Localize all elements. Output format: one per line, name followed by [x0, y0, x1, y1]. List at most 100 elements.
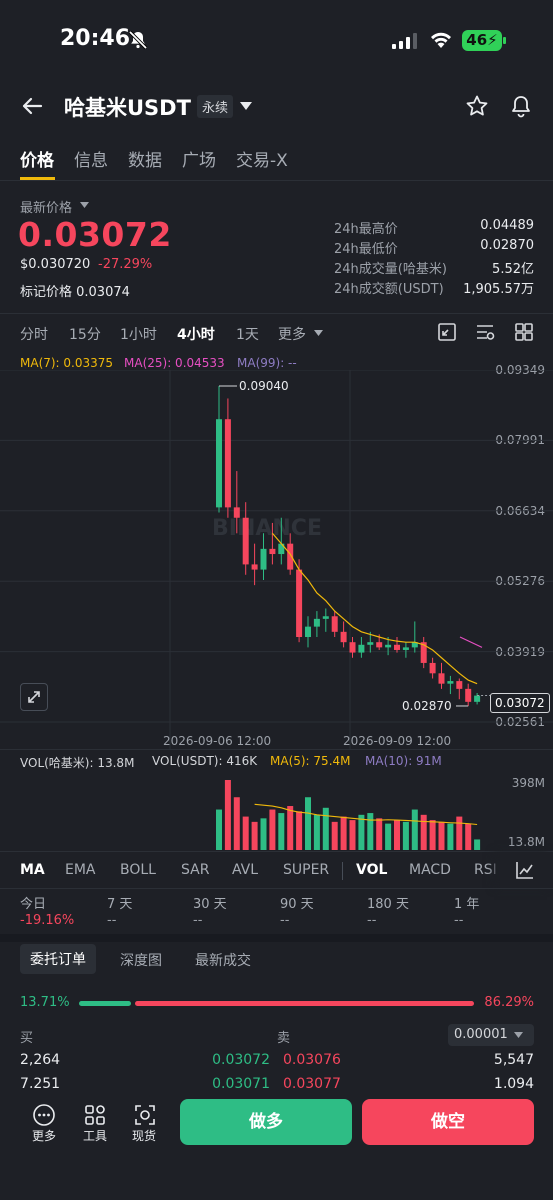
volume-bar — [438, 821, 445, 850]
volume-bar — [376, 818, 383, 850]
caret-down-icon[interactable] — [240, 102, 252, 110]
tools-icon[interactable] — [83, 1103, 107, 1127]
precision-select[interactable]: 0.00001 — [448, 1024, 534, 1046]
interval-4h[interactable]: 4小时 — [177, 324, 215, 344]
tab-data[interactable]: 数据 — [128, 146, 162, 171]
indicator-chart-icon[interactable] — [515, 860, 535, 880]
candle-body — [331, 616, 338, 632]
interval-timeline[interactable]: 分时 — [20, 324, 48, 344]
candle-body — [474, 695, 481, 702]
indicator-tab-sar[interactable]: SAR — [181, 862, 209, 878]
indicator-tab-macd[interactable]: MACD — [409, 862, 451, 878]
volume-bar — [456, 816, 463, 850]
last-price-label[interactable]: 最新价格 — [20, 197, 72, 216]
bid-price[interactable]: 0.03072 — [212, 1052, 270, 1068]
short-button[interactable]: 做空 — [362, 1099, 534, 1145]
candlestick-chart[interactable]: BINANCE 0.09040 0.02870 — [0, 370, 553, 750]
sell-ratio-label: 86.29% — [484, 995, 534, 1010]
ask-price[interactable]: 0.03076 — [283, 1052, 341, 1068]
indicator-tab-vol[interactable]: VOL — [356, 862, 387, 878]
candle-body — [367, 642, 374, 645]
stat-label-low: 24h最低价 — [334, 242, 398, 257]
indicator-tab-ema[interactable]: EMA — [65, 862, 96, 878]
divider — [0, 749, 553, 750]
volume-bar — [402, 821, 409, 850]
interval-15m[interactable]: 15分 — [69, 324, 101, 344]
spot-label[interactable]: 现货 — [132, 1127, 156, 1144]
candle-body — [224, 419, 231, 508]
spot-icon[interactable] — [133, 1103, 157, 1127]
buy-ratio-label: 13.71% — [20, 995, 70, 1010]
alert-bell-icon[interactable] — [509, 94, 533, 118]
tab-square[interactable]: 广场 — [182, 146, 216, 171]
chart-expand-button[interactable] — [20, 683, 48, 711]
stat-value-low: 0.02870 — [480, 238, 534, 253]
chart-settings-icon[interactable] — [475, 322, 495, 342]
wifi-icon — [431, 32, 451, 48]
candle-body — [394, 644, 400, 650]
indicator-tab-ma[interactable]: MA — [20, 862, 45, 878]
volume-bar — [233, 797, 240, 850]
low-price-marker: 0.02870 — [402, 699, 452, 713]
indicator-edit-area — [500, 852, 553, 888]
indicator-tab-boll[interactable]: BOLL — [120, 862, 156, 878]
volume-bar — [367, 813, 374, 850]
ma25-legend: MA(25): 0.04533 — [124, 356, 225, 370]
status-time: 20:46 — [60, 26, 131, 51]
favorite-star-icon[interactable] — [465, 94, 489, 118]
battery-tip — [503, 37, 506, 44]
tab-depth-chart[interactable]: 深度图 — [120, 950, 162, 970]
x-axis-label: 2026-09-06 12:00 — [163, 734, 272, 748]
volume-bar — [331, 821, 338, 850]
tab-recent-trades[interactable]: 最新成交 — [195, 950, 251, 970]
perf-label-180d: 180 天 — [367, 897, 409, 912]
candle-body — [305, 626, 311, 638]
candle-body — [447, 681, 454, 684]
volume-bar — [296, 811, 303, 850]
x-axis-label: 2026-09-09 12:00 — [343, 734, 452, 748]
caret-down-icon[interactable] — [80, 202, 89, 208]
interval-1h[interactable]: 1小时 — [120, 324, 157, 344]
candle-body — [242, 517, 249, 565]
precision-value: 0.00001 — [454, 1027, 508, 1042]
tab-trade-x[interactable]: 交易-X — [236, 146, 288, 171]
caret-down-icon — [514, 1032, 523, 1038]
tools-label[interactable]: 工具 — [83, 1127, 107, 1144]
ma99-legend: MA(99): -- — [237, 356, 297, 370]
last-price: 0.03072 — [18, 215, 172, 254]
caret-down-icon[interactable] — [314, 330, 323, 336]
divider — [0, 888, 553, 889]
ma7-line — [271, 532, 478, 685]
more-icon[interactable] — [32, 1103, 56, 1127]
candle-body — [376, 642, 383, 648]
bid-qty[interactable]: 2,264 — [20, 1052, 60, 1068]
volume-bar — [340, 816, 347, 850]
bell-muted-icon — [128, 30, 148, 50]
pair-title[interactable]: 哈基米USDT — [64, 92, 191, 122]
indicator-tab-super[interactable]: SUPER — [283, 862, 329, 878]
indicator-tab-rsi[interactable]: RSI — [474, 862, 497, 878]
chart-fullscreen-icon[interactable] — [437, 322, 457, 342]
stat-value-high: 0.04489 — [480, 218, 534, 233]
current-price-tag: 0.03072 — [490, 693, 550, 713]
tab-info[interactable]: 信息 — [74, 146, 108, 171]
grid-layout-icon[interactable] — [514, 322, 534, 342]
buy-ratio-bar — [79, 1001, 131, 1006]
candle-body — [349, 642, 356, 653]
volume-bar — [278, 813, 285, 850]
more-label[interactable]: 更多 — [32, 1127, 56, 1144]
candle-body — [358, 644, 365, 653]
back-arrow-icon[interactable] — [20, 94, 44, 118]
divider — [342, 862, 343, 880]
perf-value-7d: -- — [107, 913, 117, 928]
interval-more[interactable]: 更多 — [278, 324, 306, 344]
interval-1d[interactable]: 1天 — [236, 324, 259, 344]
long-button[interactable]: 做多 — [180, 1099, 352, 1145]
battery-indicator: 46⚡ — [462, 30, 502, 51]
tab-price[interactable]: 价格 — [20, 146, 54, 171]
perf-value-1y: -- — [454, 913, 464, 928]
ask-qty[interactable]: 5,547 — [494, 1052, 534, 1068]
section-separator — [0, 934, 553, 942]
indicator-tab-avl[interactable]: AVL — [232, 862, 258, 878]
tab-order-book[interactable]: 委托订单 — [20, 944, 96, 974]
